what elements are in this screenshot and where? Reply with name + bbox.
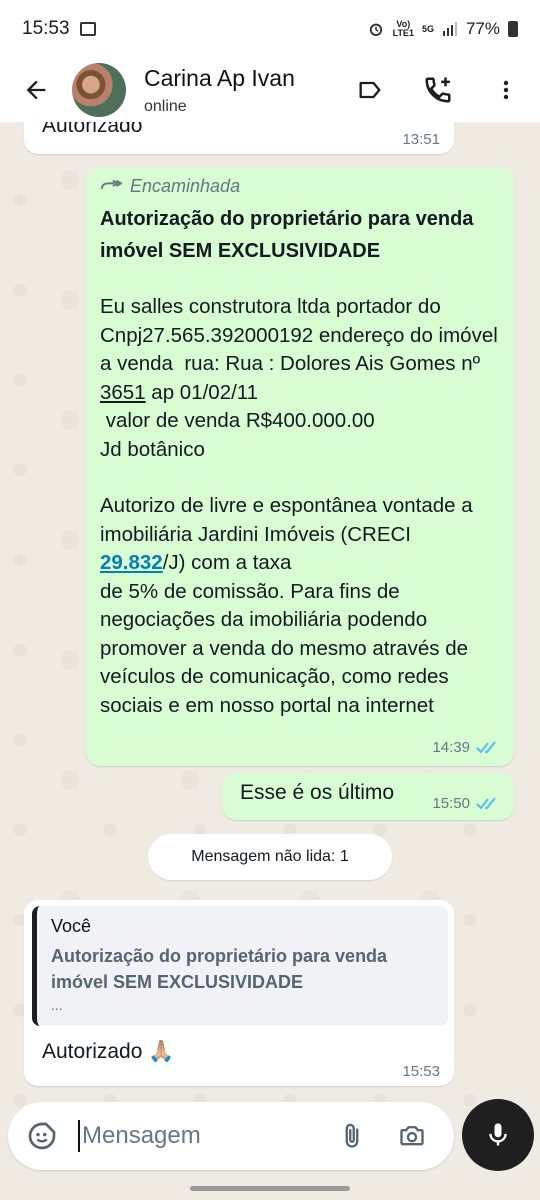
status-bar: 15:53 Vo) LTE1 5G 77% bbox=[0, 0, 540, 58]
message-text: Autorizado bbox=[42, 122, 143, 137]
quoted-message[interactable]: Você Autorização do proprietário para ve… bbox=[32, 906, 448, 1026]
unread-label: Mensagem não lida: 1 bbox=[191, 848, 349, 865]
back-arrow-icon bbox=[26, 80, 46, 100]
message-text: Autorizado 🙏🏼 bbox=[42, 1040, 175, 1063]
camera-icon bbox=[400, 1126, 424, 1146]
message-incoming-reply[interactable]: Você Autorização do proprietário para ve… bbox=[24, 900, 454, 1086]
message-meta: 15:53 bbox=[402, 1063, 440, 1080]
message-time: 15:50 bbox=[432, 795, 470, 812]
message-outgoing-forwarded[interactable]: Encaminhada Autorização do proprietário … bbox=[86, 168, 514, 766]
forwarded-text: Encaminhada bbox=[130, 176, 241, 196]
more-options-button[interactable] bbox=[472, 58, 540, 122]
message-paragraph-2: Autorizo de livre e espontânea vontade a… bbox=[100, 492, 500, 720]
mic-icon bbox=[489, 1123, 507, 1146]
contact-status: online bbox=[144, 97, 187, 115]
system-nav-bar bbox=[0, 1176, 540, 1200]
contact-name: Carina Ap Ivan bbox=[144, 64, 295, 91]
more-vert-icon bbox=[503, 80, 509, 100]
attach-icon bbox=[345, 1123, 359, 1148]
label-button[interactable] bbox=[336, 58, 404, 122]
quote-text: Autorização do proprietário para venda i… bbox=[51, 946, 388, 992]
quote-more: ... bbox=[51, 997, 63, 1013]
unread-messages-divider: Mensagem não lida: 1 bbox=[148, 834, 392, 880]
message-incoming[interactable]: Autorizado 13:51 bbox=[24, 122, 454, 154]
signal-icon bbox=[442, 22, 457, 36]
forward-icon bbox=[100, 179, 122, 189]
paragraph-2-part-a: Autorizo de livre e espontânea vontade a… bbox=[100, 494, 479, 546]
back-button[interactable] bbox=[0, 58, 72, 122]
battery-icon bbox=[508, 21, 518, 37]
forwarded-label: Encaminhada bbox=[100, 176, 500, 197]
message-time: 14:39 bbox=[432, 739, 470, 756]
contact-info[interactable]: Carina Ap Ivan online bbox=[144, 65, 295, 116]
status-time: 15:53 bbox=[22, 18, 70, 39]
battery-percent: 77% bbox=[465, 19, 500, 38]
home-indicator[interactable] bbox=[190, 1186, 350, 1191]
message-meta: 15:50 bbox=[432, 795, 500, 812]
message-text: Esse é os último bbox=[240, 781, 395, 804]
sticker-icon bbox=[28, 1122, 56, 1150]
message-title: Autorização do proprietário para venda i… bbox=[100, 208, 474, 262]
time-label: 13:51 bbox=[402, 131, 440, 148]
network-indicator: 5G bbox=[421, 23, 434, 34]
message-input[interactable] bbox=[82, 1122, 322, 1150]
address-number-link[interactable]: 3651 bbox=[100, 381, 146, 404]
add-call-icon bbox=[425, 77, 451, 103]
paragraph-1-part-a: Eu salles construtora ltda portador do C… bbox=[100, 295, 504, 375]
attach-button[interactable] bbox=[322, 1121, 382, 1151]
message-time: 15:53 bbox=[402, 1063, 440, 1080]
volte-indicator: Vo) LTE1 bbox=[392, 19, 414, 38]
message-time: 13:51 bbox=[402, 131, 440, 148]
text-cursor bbox=[78, 1120, 80, 1152]
creci-link[interactable]: 29.832 bbox=[100, 551, 163, 574]
status-right: Vo) LTE1 5G 77% bbox=[367, 19, 518, 39]
contact-avatar[interactable] bbox=[72, 63, 126, 117]
quote-author: Você bbox=[51, 916, 92, 936]
message-meta: 14:39 bbox=[432, 739, 500, 756]
sticker-button[interactable] bbox=[8, 1120, 76, 1152]
label-icon bbox=[359, 81, 381, 99]
message-outgoing[interactable]: Esse é os último 15:50 bbox=[222, 772, 514, 820]
message-paragraph-1: Eu salles construtora ltda portador do C… bbox=[100, 293, 500, 464]
double-check-icon bbox=[476, 740, 496, 754]
header-actions bbox=[336, 58, 540, 122]
message-composer bbox=[8, 1102, 454, 1170]
paragraph-2-part-b: /J) com a taxa de 5% de comissão. Para f… bbox=[100, 551, 469, 717]
camera-button[interactable] bbox=[382, 1122, 442, 1150]
chat-header: Carina Ap Ivan online bbox=[0, 58, 540, 122]
alarm-icon bbox=[369, 23, 382, 36]
voice-message-button[interactable] bbox=[462, 1099, 534, 1171]
gallery-notification-icon bbox=[79, 22, 96, 36]
add-call-button[interactable] bbox=[404, 58, 472, 122]
double-check-icon bbox=[476, 796, 496, 810]
